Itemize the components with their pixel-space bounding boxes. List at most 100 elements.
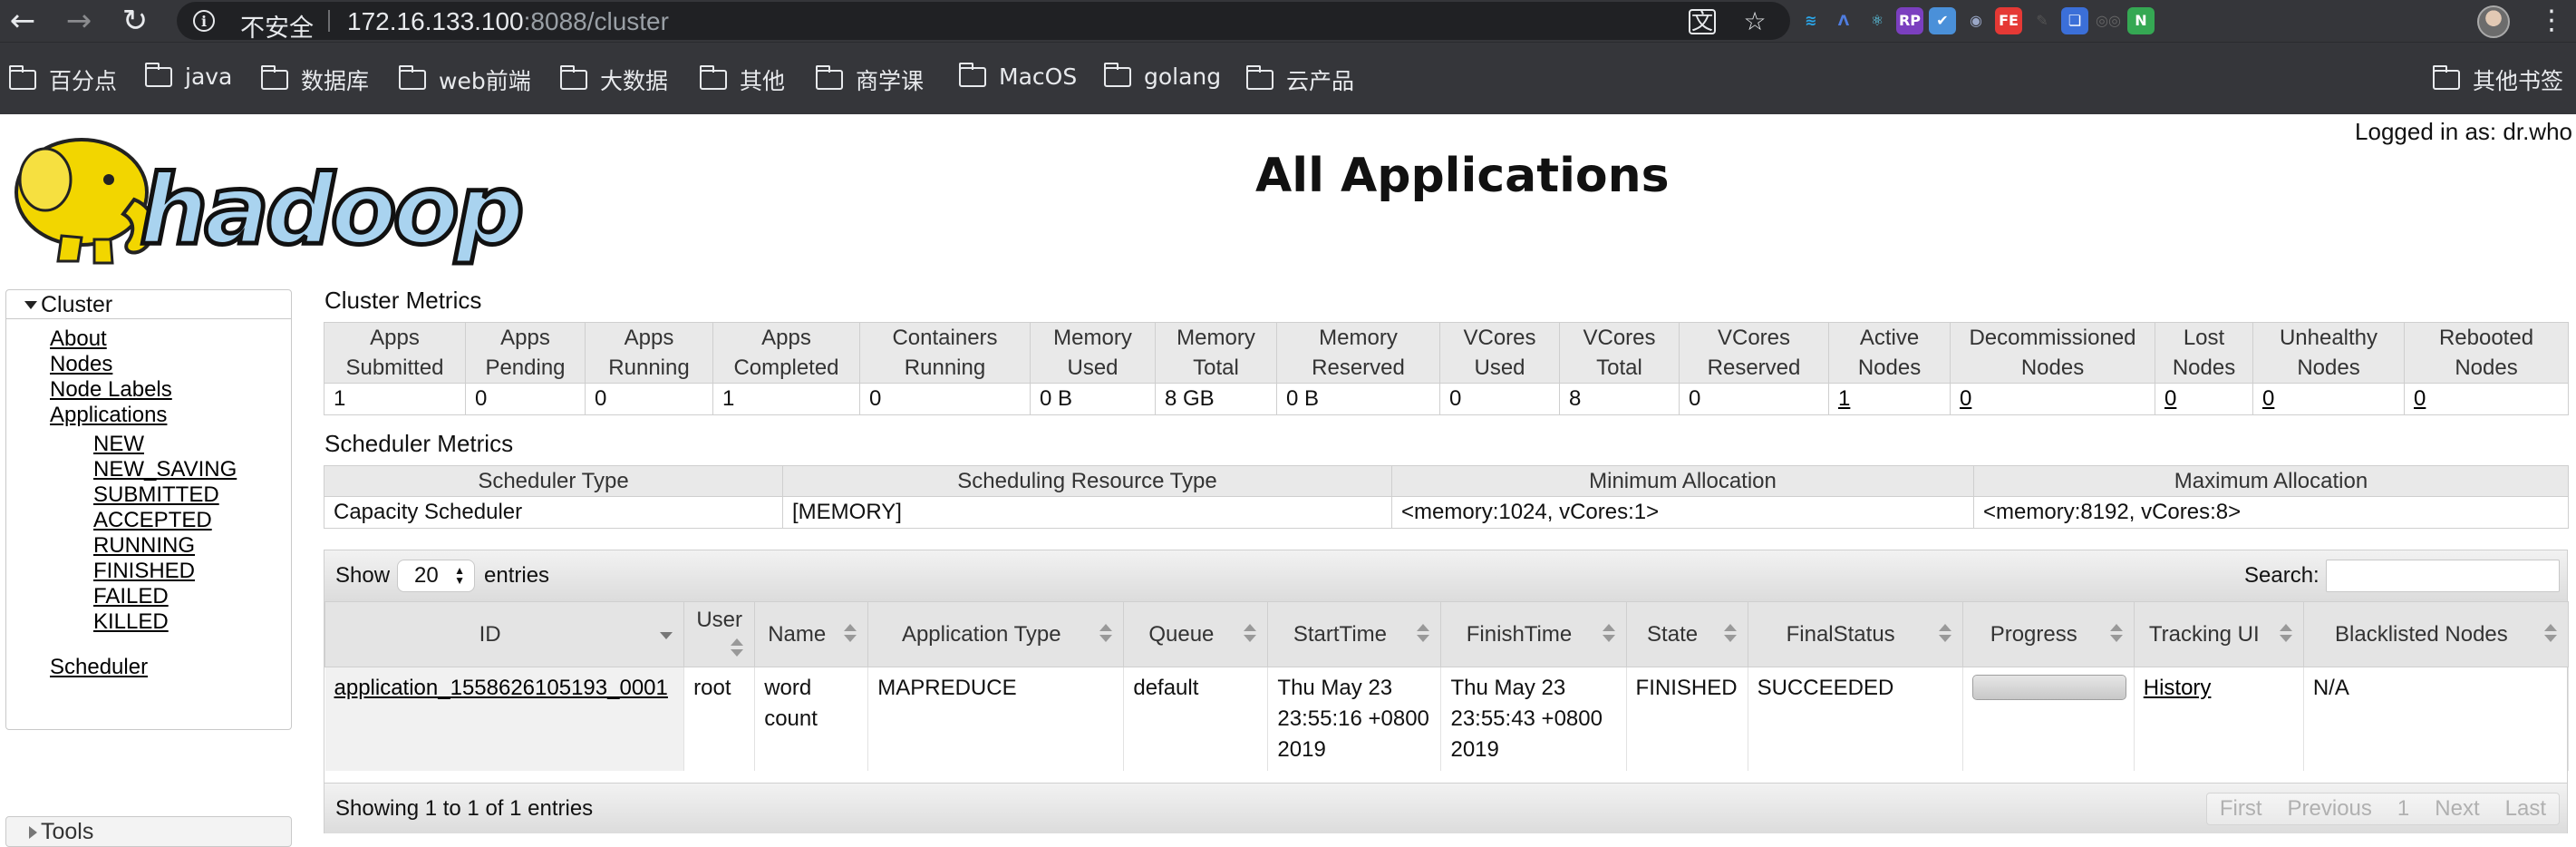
history-link[interactable]: History [2144, 676, 2212, 700]
sidebar-cluster: Cluster About Nodes Node Labels Application… [5, 289, 292, 730]
pagination-previous[interactable]: Previous [2275, 793, 2385, 824]
address-bar[interactable]: i 不安全 172.16.133.100:8088/cluster 文 ☆ [177, 2, 1790, 43]
scheduler-metric-value: <memory:8192, vCores:8> [1973, 496, 2569, 529]
forward-arrow-icon[interactable]: → [62, 4, 96, 38]
sidebar-link-scheduler[interactable]: Scheduler [50, 655, 148, 680]
info-icon[interactable]: i [193, 10, 215, 32]
sidebar-state-accepted[interactable]: ACCEPTED [93, 508, 212, 533]
sidebar-state-submitted[interactable]: SUBMITTED [93, 482, 219, 508]
back-arrow-icon[interactable]: ← [5, 4, 40, 38]
url-text[interactable]: 172.16.133.100:8088/cluster [347, 7, 669, 36]
bookmark-item[interactable]: 商学课 [816, 63, 924, 96]
layers-icon[interactable]: ≋ [1797, 7, 1825, 34]
cluster-metric-value[interactable]: 0 [2252, 383, 2405, 415]
node-count-link[interactable]: 1 [1838, 386, 1850, 411]
pagination-next[interactable]: Next [2422, 793, 2492, 824]
bookmark-item[interactable]: 大数据 [560, 63, 668, 96]
page-length-select[interactable]: 20 ▲ ▼ [397, 560, 475, 592]
cluster-metric-value[interactable]: 0 [1950, 383, 2155, 415]
cluster-metric-value: 8 [1559, 383, 1680, 415]
bookmark-item[interactable]: web前端 [399, 63, 531, 96]
column-header-id[interactable]: ID [324, 601, 685, 667]
cluster-metric-header: Active Nodes [1828, 322, 1951, 384]
bookmark-item[interactable]: 其他 [700, 63, 785, 96]
applications-datatable: Show 20 ▲ ▼ entries Search: ID User Name App… [324, 550, 2570, 833]
column-header-blacklisted-nodes[interactable]: Blacklisted Nodes [2302, 601, 2570, 667]
sidebar-state-new[interactable]: NEW [93, 432, 144, 457]
translate-icon[interactable]: 文 [1689, 9, 1716, 34]
cluster-metric-value: 0 [859, 383, 1031, 415]
pagination-1[interactable]: 1 [2385, 793, 2422, 824]
column-header-state[interactable]: State [1625, 601, 1748, 667]
cluster-metric-value[interactable]: 1 [1828, 383, 1951, 415]
folder-icon [261, 65, 288, 90]
color-picker-icon[interactable]: ✎ [2029, 7, 2056, 34]
profile-avatar[interactable] [2477, 5, 2510, 38]
bookmark-item[interactable]: 数据库 [261, 63, 369, 96]
table-info: Showing 1 to 1 of 1 entries [335, 796, 594, 821]
bookmark-item[interactable]: MacOS [959, 62, 1077, 90]
sort-icon [1602, 624, 1615, 646]
url-path: :8088/cluster [523, 7, 669, 35]
sidebar-state-killed[interactable]: KILLED [93, 609, 169, 635]
check-circle-icon[interactable]: ✔ [1929, 7, 1956, 34]
rp-icon[interactable]: RP [1896, 7, 1923, 34]
sidebar-link-node-labels[interactable]: Node Labels [50, 377, 172, 403]
other-bookmarks[interactable]: 其他书签 [2433, 63, 2563, 96]
sidebar-link-about[interactable]: About [50, 326, 107, 352]
folder-icon [145, 62, 172, 87]
column-header-application-type[interactable]: Application Type [867, 601, 1125, 667]
bookmark-item[interactable]: 云产品 [1246, 63, 1354, 96]
column-header-queue[interactable]: Queue [1123, 601, 1269, 667]
cell-tracking[interactable]: History [2134, 667, 2304, 771]
bookmark-item[interactable]: java [145, 62, 232, 90]
sidebar-state-new_saving[interactable]: NEW_SAVING [93, 457, 237, 482]
sidebar-link-nodes[interactable]: Nodes [50, 352, 112, 377]
cluster-toggle[interactable]: Cluster [6, 290, 291, 319]
ring-icon[interactable]: ◉ [1962, 7, 1990, 34]
menu-dots-icon[interactable]: ⋮ [2538, 4, 2565, 38]
sidebar-state-running[interactable]: RUNNING [93, 533, 195, 559]
sidebar-tools[interactable]: Tools [5, 816, 292, 847]
node-count-link[interactable]: 0 [1960, 386, 1971, 411]
scheduler-metrics-title: Scheduler Metrics [324, 430, 514, 457]
sidebar-state-failed[interactable]: FAILED [93, 584, 169, 609]
cell-id[interactable]: application_1558626105193_0001 [324, 667, 685, 771]
caret-right-icon [29, 826, 37, 839]
node-count-link[interactable]: 0 [2164, 386, 2176, 411]
cluster-metric-value[interactable]: 0 [2404, 383, 2569, 415]
glasses-icon[interactable]: ◎◎ [2095, 7, 2122, 34]
column-header-user[interactable]: User [683, 601, 756, 667]
cell-start: Thu May 23 23:55:16 +0800 2019 [1267, 667, 1442, 771]
sidebar-link-applications[interactable]: Applications [50, 403, 167, 428]
cluster-metric-value: 0 [1679, 383, 1829, 415]
cluster-metric-value[interactable]: 0 [2155, 383, 2253, 415]
column-header-name[interactable]: Name [754, 601, 869, 667]
bookmark-item[interactable]: golang [1104, 62, 1221, 90]
reload-icon[interactable]: ↻ [118, 4, 152, 38]
column-header-tracking-ui[interactable]: Tracking UI [2133, 601, 2304, 667]
react-icon[interactable]: ⚛ [1864, 7, 1891, 34]
pagination-first[interactable]: First [2207, 793, 2275, 824]
column-header-starttime[interactable]: StartTime [1267, 601, 1442, 667]
star-icon[interactable]: ☆ [1741, 8, 1768, 35]
column-header-progress[interactable]: Progress [1961, 601, 2135, 667]
lambda-icon[interactable]: Λ [1830, 7, 1857, 34]
address-divider [328, 10, 330, 32]
bookmark-blue-icon[interactable]: ❏ [2061, 7, 2088, 34]
node-count-link[interactable]: 0 [2262, 386, 2274, 411]
fe-icon[interactable]: FE [1995, 7, 2022, 34]
sidebar-state-finished[interactable]: FINISHED [93, 559, 195, 584]
sort-icon [2544, 624, 2557, 646]
node-count-link[interactable]: 0 [2414, 386, 2426, 411]
column-header-finishtime[interactable]: FinishTime [1440, 601, 1627, 667]
pagination-last[interactable]: Last [2493, 793, 2559, 824]
cluster-metric-header: Memory Total [1155, 322, 1277, 384]
search-input[interactable] [2326, 560, 2560, 592]
bookmark-item[interactable]: 百分点 [9, 63, 117, 96]
application-id-link[interactable]: application_1558626105193_0001 [334, 676, 668, 700]
page-title: All Applications [1255, 149, 1670, 203]
n-icon[interactable]: N [2127, 7, 2155, 34]
column-header-finalstatus[interactable]: FinalStatus [1747, 601, 1963, 667]
cluster-metric-value: 0 B [1030, 383, 1156, 415]
